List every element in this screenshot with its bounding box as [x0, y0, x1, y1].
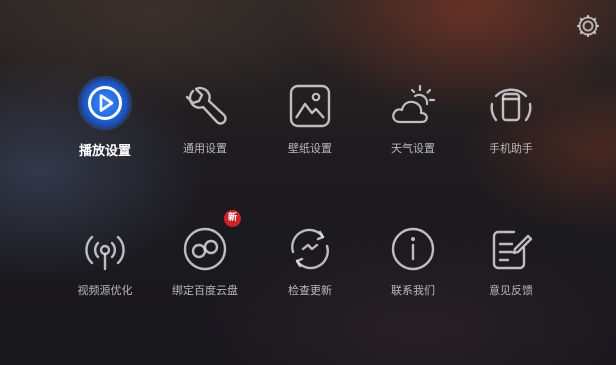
- tile-label: 天气设置: [391, 142, 435, 155]
- tile-check-update[interactable]: 检查更新: [255, 224, 365, 324]
- tile-bind-baidu-cloud[interactable]: 新 绑定百度云盘: [150, 210, 260, 324]
- tile-label: 联系我们: [391, 284, 435, 297]
- tile-wallpaper-settings[interactable]: 壁纸设置: [255, 82, 365, 182]
- tile-contact-us[interactable]: 联系我们: [358, 224, 468, 324]
- settings-menu-grid: 播放设置 通用设置 壁纸设置 天气设置 手机助手 视频源优化 新 绑定百度云盘 …: [0, 0, 616, 365]
- phone-icon: [486, 82, 536, 132]
- tile-general-settings[interactable]: 通用设置: [150, 82, 260, 182]
- tile-label: 播放设置: [78, 144, 131, 159]
- tile-label: 视频源优化: [77, 284, 133, 297]
- tile-weather-settings[interactable]: 天气设置: [358, 82, 468, 182]
- signal-icon: [80, 224, 130, 274]
- tile-label: 壁纸设置: [288, 142, 332, 155]
- tile-label: 通用设置: [183, 142, 227, 155]
- tile-label: 手机助手: [489, 142, 533, 155]
- feedback-icon: [486, 224, 536, 274]
- tile-label: 检查更新: [288, 284, 332, 297]
- tile-label: 绑定百度云盘: [172, 284, 238, 297]
- tile-label: 意见反馈: [489, 284, 533, 297]
- wrench-icon: [180, 82, 230, 132]
- tile-video-source-optimize[interactable]: 视频源优化: [50, 224, 160, 324]
- play-circle-icon: [77, 75, 133, 131]
- picture-icon: [285, 82, 335, 132]
- tile-phone-assistant[interactable]: 手机助手: [456, 82, 566, 182]
- info-icon: [388, 224, 438, 274]
- weather-icon: [388, 82, 438, 132]
- cloud-link-icon: [180, 224, 230, 274]
- tile-feedback[interactable]: 意见反馈: [456, 224, 566, 324]
- new-badge: 新: [224, 210, 241, 227]
- tile-play-settings[interactable]: 播放设置: [50, 75, 160, 178]
- refresh-icon: [285, 224, 335, 274]
